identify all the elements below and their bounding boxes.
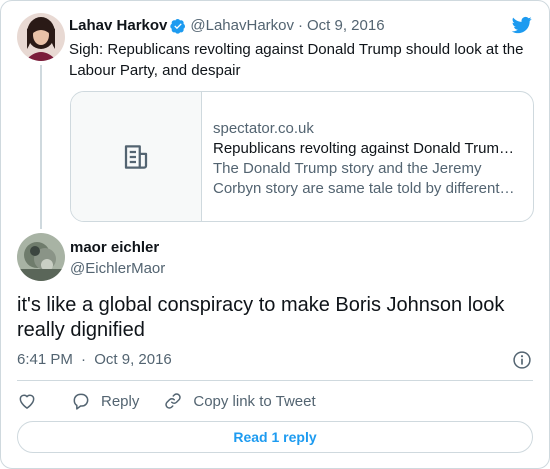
parent-tweet-text: Sigh: Republicans revolting against Dona…: [69, 41, 524, 79]
reply-time[interactable]: 6:41 PM: [17, 351, 73, 368]
tweet-date[interactable]: Oct 9, 2016: [307, 17, 385, 34]
reply-tweet-text: it's like a global conspiracy to make Bo…: [17, 294, 505, 341]
parent-tweet-header: Lahav Harkov @LahavHarkov · Oct 9, 2016: [69, 17, 385, 34]
info-icon[interactable]: [512, 350, 532, 370]
separator-dot: ·: [81, 351, 87, 368]
reply-label: Reply: [101, 392, 140, 410]
divider: [17, 380, 533, 381]
read-replies-button[interactable]: Read 1 reply: [17, 421, 533, 453]
card-thumbnail: [71, 92, 202, 221]
card-description: The Donald Trump story and the Jeremy Co…: [213, 160, 500, 197]
card-body: spectator.co.uk Republicans revolting ag…: [213, 119, 521, 199]
action-bar: Reply Copy link to Tweet: [17, 389, 316, 413]
avatar[interactable]: [17, 13, 65, 61]
like-button[interactable]: [17, 391, 37, 411]
reply-date[interactable]: Oct 9, 2016: [94, 351, 172, 368]
verified-badge-icon: [170, 18, 186, 34]
reply-avatar[interactable]: [17, 233, 65, 281]
author-name[interactable]: Lahav Harkov: [69, 17, 167, 34]
tweet-embed: Lahav Harkov @LahavHarkov · Oct 9, 2016 …: [0, 0, 550, 469]
reply-author-name[interactable]: maor eichler: [70, 239, 159, 256]
link-preview-card[interactable]: spectator.co.uk Republicans revolting ag…: [70, 91, 534, 222]
reply-button[interactable]: Reply: [71, 391, 139, 411]
copy-link-label: Copy link to Tweet: [193, 392, 316, 410]
card-title: Republicans revolting against Donald Tru…: [213, 140, 521, 157]
heart-icon: [19, 394, 35, 409]
card-domain: spectator.co.uk: [213, 120, 314, 137]
link-icon: [165, 393, 182, 409]
document-icon: [124, 144, 148, 169]
reply-author-handle[interactable]: @EichlerMaor: [70, 260, 165, 277]
reply-timestamp[interactable]: 6:41 PM · Oct 9, 2016: [17, 351, 172, 368]
author-handle[interactable]: @LahavHarkov: [190, 17, 294, 34]
reply-bubble-icon: [73, 393, 89, 410]
separator-dot: ·: [298, 17, 303, 34]
copy-link-button[interactable]: Copy link to Tweet: [163, 391, 316, 411]
thread-connector-line: [40, 65, 42, 229]
twitter-logo-icon[interactable]: [511, 15, 533, 35]
